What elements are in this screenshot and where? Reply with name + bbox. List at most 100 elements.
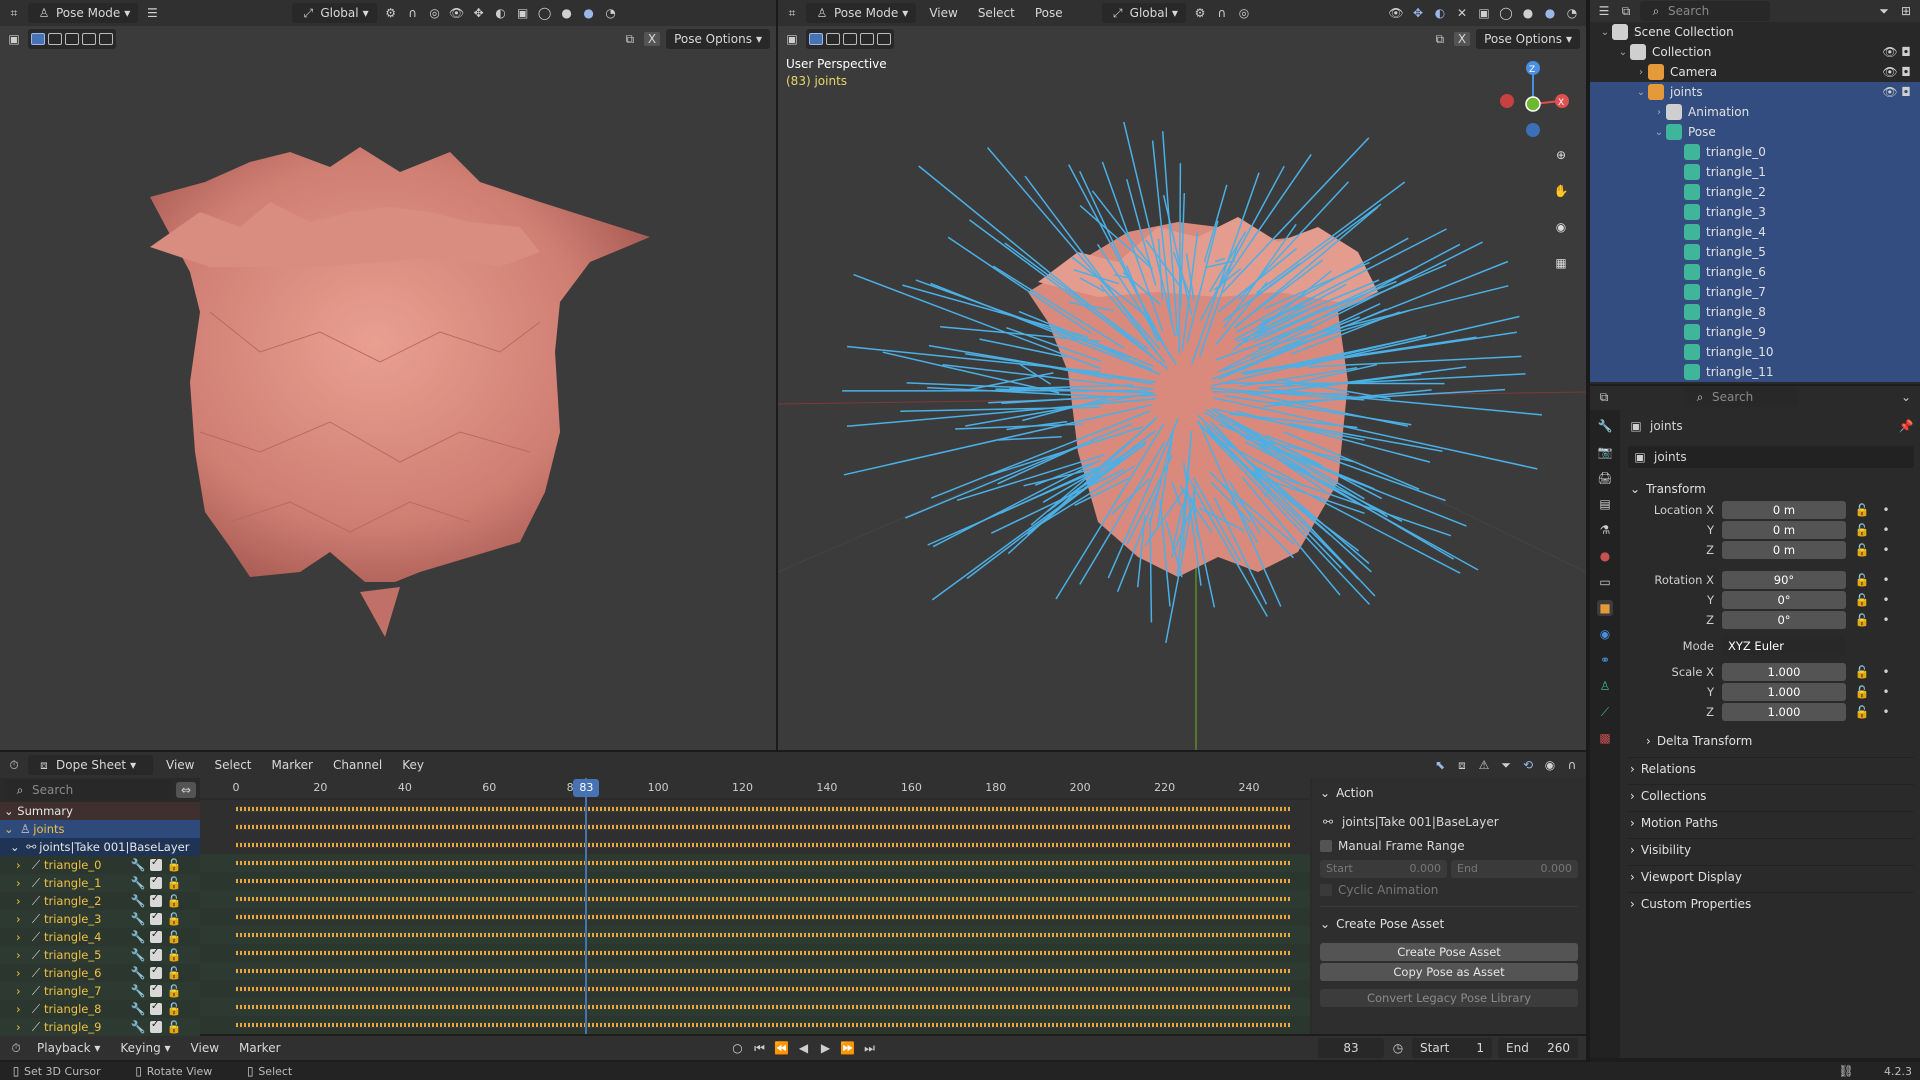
- chevron-down-icon[interactable]: ⌄: [1898, 389, 1914, 405]
- pan-hand-icon[interactable]: ✋: [1548, 178, 1574, 204]
- keyframe-strip[interactable]: [236, 1004, 1290, 1010]
- menu-key[interactable]: Key: [395, 758, 431, 772]
- filter-icon[interactable]: ⏷: [1498, 757, 1514, 773]
- property-section-header[interactable]: › Relations: [1628, 757, 1914, 779]
- keyframe-row[interactable]: [200, 890, 1310, 908]
- lock-icon[interactable]: 🔓: [166, 947, 182, 963]
- outliner-row[interactable]: triangle_7: [1590, 282, 1920, 302]
- menu-pose[interactable]: Pose: [1028, 6, 1070, 20]
- keyframe-row[interactable]: [200, 854, 1310, 872]
- play-reverse-icon[interactable]: ◀: [796, 1040, 812, 1056]
- render-camera-icon[interactable]: ◘: [1898, 64, 1914, 80]
- mute-checkbox[interactable]: [150, 965, 162, 979]
- expand-arrow-icon[interactable]: ›: [1652, 107, 1666, 118]
- select-tool-icon[interactable]: ▣: [6, 31, 22, 47]
- keyframe-row[interactable]: [200, 836, 1310, 854]
- value-field[interactable]: 0 m: [1722, 541, 1846, 559]
- solid-shading-icon[interactable]: ●: [1520, 5, 1536, 21]
- expand-arrow-icon[interactable]: ⌄: [1616, 47, 1630, 58]
- keyframe-dot-icon[interactable]: •: [1878, 704, 1894, 720]
- wireframe-shading-icon[interactable]: ◯: [1498, 5, 1514, 21]
- wireframe-shading-icon[interactable]: ◯: [537, 5, 553, 21]
- jump-keyframe-back-icon[interactable]: ⏪: [774, 1040, 790, 1056]
- select-new-icon[interactable]: [809, 33, 823, 45]
- select-intersect-icon[interactable]: [877, 33, 891, 45]
- lock-icon[interactable]: 🔓: [1854, 684, 1870, 700]
- keyframe-dot-icon[interactable]: •: [1878, 684, 1894, 700]
- expand-arrow-icon[interactable]: ›: [1634, 67, 1648, 78]
- outliner-row[interactable]: triangle_11: [1590, 362, 1920, 382]
- jump-keyframe-forward-icon[interactable]: ⏩: [840, 1040, 856, 1056]
- bone-line[interactable]: [979, 338, 1067, 358]
- x-mirror-label[interactable]: X: [1453, 32, 1471, 46]
- eye-icon[interactable]: 👁: [1882, 64, 1898, 80]
- render-camera-icon[interactable]: ◘: [1898, 84, 1914, 100]
- xray-icon[interactable]: ▣: [1476, 5, 1492, 21]
- eye-icon[interactable]: 👁: [1882, 84, 1898, 100]
- convert-legacy-button[interactable]: Convert Legacy Pose Library: [1320, 989, 1578, 1007]
- playhead-line[interactable]: [585, 778, 588, 1034]
- only-selected-icon[interactable]: ⬉: [1432, 757, 1448, 773]
- tool-tab-icon[interactable]: 🔧: [1597, 418, 1613, 434]
- properties-search[interactable]: ⌕ Search: [1684, 387, 1799, 407]
- bone-channel-row[interactable]: ›⟋triangle_1 🔧 🔓: [0, 874, 200, 892]
- zoom-icon[interactable]: ⊕: [1548, 142, 1574, 168]
- keyframe-dot-icon[interactable]: •: [1878, 664, 1894, 680]
- current-frame-badge[interactable]: 83: [573, 779, 600, 797]
- bone-channel-row[interactable]: ›⟋triangle_2 🔧 🔓: [0, 892, 200, 910]
- menu-channel[interactable]: Channel: [326, 758, 389, 772]
- lock-icon[interactable]: 🔓: [1854, 502, 1870, 518]
- mute-checkbox[interactable]: [150, 1019, 162, 1033]
- keyframe-row[interactable]: [200, 800, 1310, 818]
- modifier-icon[interactable]: 🔧: [130, 911, 146, 927]
- range-end-field[interactable]: End 0.000: [1451, 860, 1578, 878]
- display-mode-icon[interactable]: ⧉: [1618, 3, 1634, 19]
- transform-panel-header[interactable]: ⌄ Transform: [1628, 478, 1914, 500]
- mode-dropdown[interactable]: ♙ Pose Mode ▾: [806, 3, 917, 23]
- symmetry-icon[interactable]: ⧉: [1432, 31, 1448, 47]
- select-intersect-icon[interactable]: [99, 33, 113, 45]
- modifier-icon[interactable]: 🔧: [130, 875, 146, 891]
- outliner-row[interactable]: ⌄ Scene Collection: [1590, 22, 1920, 42]
- x-mirror-label[interactable]: X: [643, 32, 661, 46]
- keyframe-dot-icon[interactable]: •: [1878, 502, 1894, 518]
- menu-select[interactable]: Select: [971, 6, 1022, 20]
- pose-options-dropdown[interactable]: Pose Options ▾: [1476, 29, 1580, 49]
- outliner-row[interactable]: triangle_0: [1590, 142, 1920, 162]
- value-field[interactable]: 0°: [1722, 591, 1846, 609]
- orientation-dropdown[interactable]: ⤢ Global ▾: [1101, 3, 1186, 23]
- keyframe-strip[interactable]: [236, 806, 1290, 812]
- right-viewport[interactable]: User Perspective (83) joints Z X ⊕ ✋ ◉ ▦: [778, 52, 1586, 750]
- create-pose-asset-button[interactable]: Create Pose Asset: [1320, 943, 1578, 961]
- collection-tab-icon[interactable]: ▭: [1597, 574, 1613, 590]
- play-icon[interactable]: ▶: [818, 1040, 834, 1056]
- rendered-shading-icon[interactable]: ◔: [603, 5, 619, 21]
- outliner-row[interactable]: › Camera 👁 ◘: [1590, 62, 1920, 82]
- errors-icon[interactable]: ⚠: [1476, 757, 1492, 773]
- neg-x-handle[interactable]: [1500, 94, 1514, 108]
- solid-shading-icon[interactable]: ●: [559, 5, 575, 21]
- modifier-icon[interactable]: 🔧: [130, 965, 146, 981]
- editor-type-icon[interactable]: ⧉: [1596, 389, 1612, 405]
- keyframe-dot-icon[interactable]: •: [1878, 592, 1894, 608]
- end-frame-field[interactable]: End 260: [1498, 1038, 1578, 1058]
- range-start-field[interactable]: Start 0.000: [1320, 860, 1447, 878]
- manual-range-checkbox[interactable]: [1320, 840, 1332, 852]
- mute-checkbox[interactable]: [150, 893, 162, 907]
- select-extend-icon[interactable]: [48, 33, 62, 45]
- lock-icon[interactable]: 🔓: [1854, 664, 1870, 680]
- outliner-row[interactable]: triangle_6: [1590, 262, 1920, 282]
- keyframe-row[interactable]: [200, 926, 1310, 944]
- copy-pose-asset-button[interactable]: Copy Pose as Asset: [1320, 963, 1578, 981]
- keyframe-strip[interactable]: [236, 842, 1290, 848]
- render-camera-icon[interactable]: ◘: [1898, 44, 1914, 60]
- value-field[interactable]: 0°: [1722, 611, 1846, 629]
- bone-channel-row[interactable]: ›⟋triangle_8 🔧 🔓: [0, 1000, 200, 1018]
- bone-line[interactable]: [1000, 466, 1101, 514]
- visibility-icon[interactable]: 👁: [1388, 5, 1404, 21]
- object-datablock-field[interactable]: ▣ joints: [1628, 446, 1914, 468]
- menu-view[interactable]: View: [922, 6, 964, 20]
- property-section-header[interactable]: › Collections: [1628, 784, 1914, 806]
- camera-icon[interactable]: ◉: [1548, 214, 1574, 240]
- chevron-right-icon[interactable]: ›: [16, 858, 28, 872]
